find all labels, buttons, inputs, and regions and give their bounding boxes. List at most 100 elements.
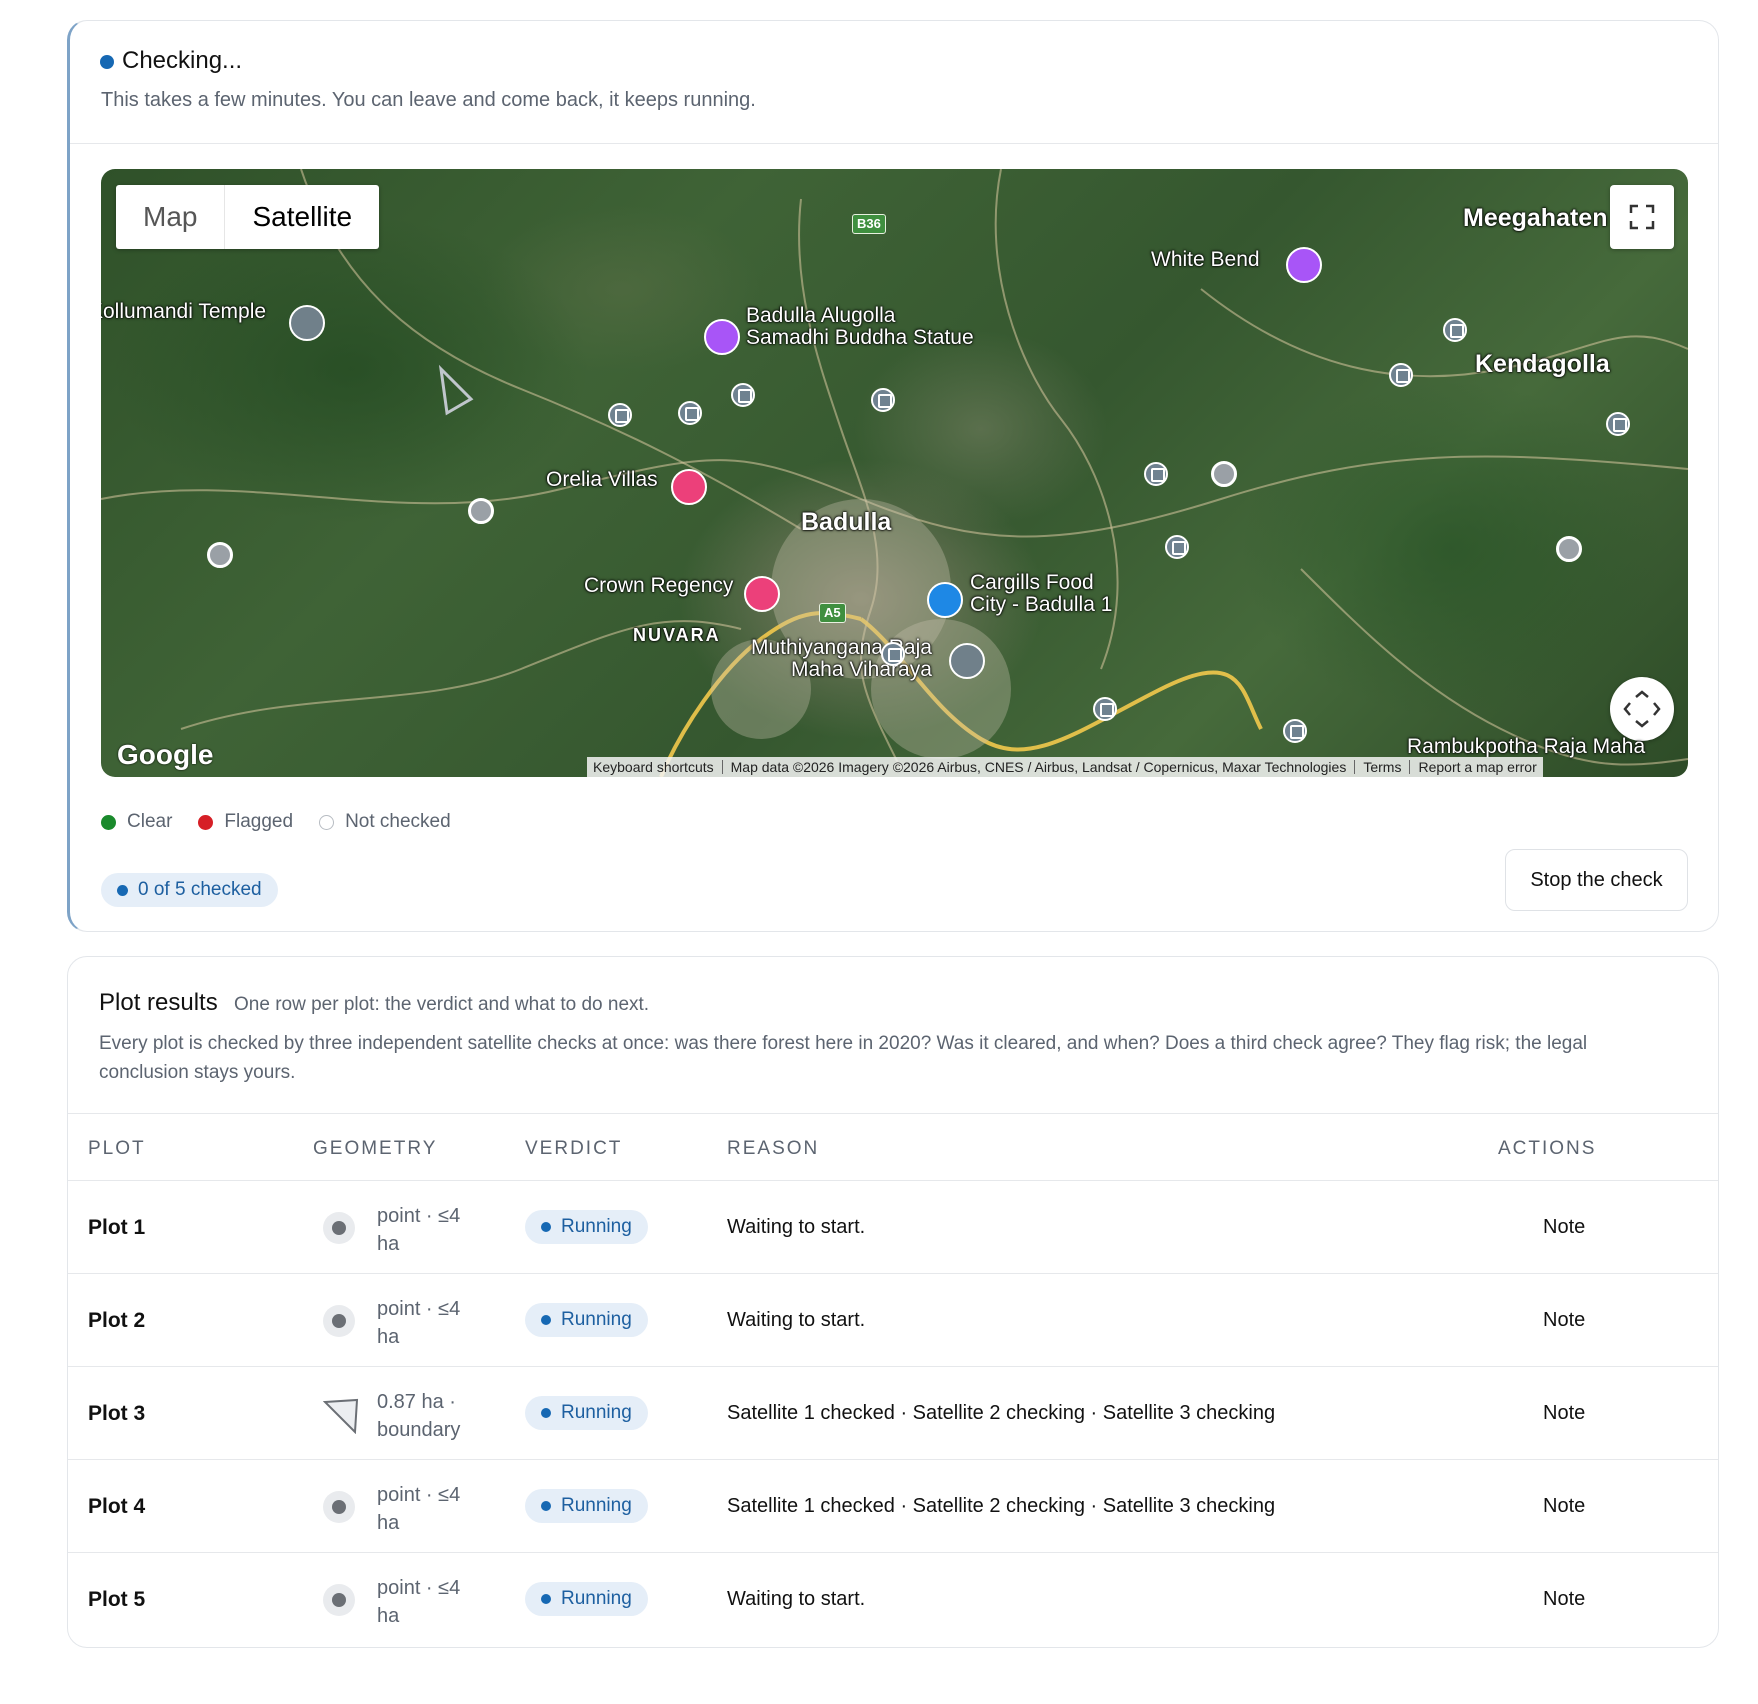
verdict-label: Running [561,1402,632,1423]
verdict-dot [541,1222,551,1232]
results-subtitle: One row per plot: the verdict and what t… [234,994,650,1015]
legend-not-checked: Not checked [319,811,451,833]
reason-text: Satellite 1 checked · Satellite 2 checki… [727,1402,1276,1424]
map-label-badulla: Badulla [801,508,892,536]
legend-flagged-dot [198,814,214,830]
legend-clear-dot [101,814,116,830]
attraction-icon[interactable] [704,319,740,355]
point-icon [323,1305,355,1337]
note-button[interactable]: Note [1543,1402,1585,1425]
temple-icon[interactable] [289,305,325,341]
map-label-alugolla-2: Samadhi Buddha Statue [746,326,974,349]
map-label-kendagolla: Kendagolla [1475,350,1610,378]
fullscreen-button[interactable] [1610,185,1674,249]
plot-marker[interactable] [1556,536,1582,562]
reason-text: Waiting to start. [727,1588,866,1610]
progress-badge: 0 of 5 checked [101,873,278,907]
stop-check-button[interactable]: Stop the check [1505,849,1688,911]
report-map-error-link[interactable]: Report a map error [1418,759,1536,775]
point-icon [323,1212,355,1244]
verdict-dot [541,1315,551,1325]
shopping-cart-icon[interactable] [927,582,963,618]
satellite-map[interactable]: Map Satellite Meegahaten White Bend Koll… [101,169,1688,777]
geometry-text: point · ≤4 ha [377,1484,461,1534]
map-type-map-button[interactable]: Map [116,185,224,249]
column-plot: PLOT [88,1138,146,1159]
map-label-white-bend: White Bend [1151,248,1260,271]
bus-stop-icon[interactable] [1389,363,1413,387]
note-button[interactable]: Note [1543,1495,1585,1518]
google-logo: Google [117,739,214,770]
bus-stop-icon[interactable] [1093,697,1117,721]
bus-stop-icon[interactable] [1606,412,1630,436]
map-label-nuvara: NUVARA [633,625,721,645]
plot-name: Plot 5 [88,1588,146,1611]
check-status-card: Checking... This takes a few minutes. Yo… [67,20,1719,932]
verdict-badge: Running [525,1489,648,1523]
verdict-label: Running [561,1309,632,1330]
note-button[interactable]: Note [1543,1309,1585,1332]
table-row: Plot 4 point · ≤4 ha Running Satellite 1… [68,1460,1718,1553]
verdict-dot [541,1408,551,1418]
camera-control-button[interactable] [1610,677,1674,741]
camera-control-icon [1623,690,1661,728]
bus-stop-icon[interactable] [1165,535,1189,559]
map-label-cargills-1: Cargills Food [970,571,1094,594]
attribution-divider [1354,760,1356,774]
attraction-icon[interactable] [1286,247,1322,283]
map-label-meegahaten: Meegahaten [1463,204,1608,232]
progress-label: 0 of 5 checked [138,879,262,900]
bus-stop-icon[interactable] [1283,719,1307,743]
verdict-badge: Running [525,1582,648,1616]
note-button[interactable]: Note [1543,1216,1585,1239]
geometry-text: point · ≤4 ha [377,1298,461,1348]
results-title: Plot results [99,989,218,1016]
reason-text: Waiting to start. [727,1216,866,1238]
verdict-badge: Running [525,1396,648,1430]
table-body: Plot 1 point · ≤4 ha Running Waiting to … [68,1181,1718,1646]
status-subtitle: This takes a few minutes. You can leave … [101,89,756,111]
map-label-alugolla-1: Badulla Alugolla [746,304,896,327]
map-label-rambukpotha: Rambukpotha Raja Maha [1407,735,1646,758]
legend-not-checked-label: Not checked [345,811,451,832]
reason-text: Satellite 1 checked · Satellite 2 checki… [727,1495,1276,1517]
map-legend: Clear Flagged Not checked [101,811,477,833]
road-shield-b36: B36 [852,214,886,234]
keyboard-shortcuts-link[interactable]: Keyboard shortcuts [593,759,714,775]
road-shield-a5: A5 [819,603,846,623]
point-icon [323,1584,355,1616]
map-type-satellite-button[interactable]: Satellite [224,185,379,249]
column-verdict: VERDICT [525,1138,623,1159]
progress-dot [117,884,128,896]
verdict-label: Running [561,1216,632,1237]
bus-stop-icon[interactable] [1443,318,1467,342]
bus-stop-icon[interactable] [1144,462,1168,486]
verdict-badge: Running [525,1303,648,1337]
plot-name: Plot 1 [88,1216,146,1239]
hotel-icon[interactable] [671,469,707,505]
verdict-label: Running [561,1588,632,1609]
map-label-kollumandi: Kollumandi Temple [101,300,267,323]
map-label-cargills-2: City - Badulla 1 [970,593,1113,616]
bus-stop-icon[interactable] [678,401,702,425]
plot-name: Plot 3 [88,1402,146,1425]
plot-marker[interactable] [1211,461,1237,487]
plot-name: Plot 2 [88,1309,146,1332]
legend-clear: Clear [101,811,172,833]
bus-stop-icon[interactable] [881,642,905,666]
plot-name: Plot 4 [88,1495,146,1518]
plot-marker[interactable] [207,542,233,568]
map-data-attribution: Map data ©2026 Imagery ©2026 Airbus, CNE… [730,759,1347,775]
bus-stop-icon[interactable] [731,383,755,407]
note-button[interactable]: Note [1543,1588,1585,1611]
terms-link[interactable]: Terms [1363,759,1401,775]
bus-stop-icon[interactable] [608,403,632,427]
fullscreen-icon [1629,204,1655,230]
attribution-divider [721,760,723,774]
temple-icon[interactable] [949,643,985,679]
plot-results-card: Plot results One row per plot: the verdi… [67,956,1719,1648]
verdict-dot [541,1501,551,1511]
bus-stop-icon[interactable] [871,388,895,412]
hotel-icon[interactable] [744,576,780,612]
plot-marker[interactable] [468,498,494,524]
